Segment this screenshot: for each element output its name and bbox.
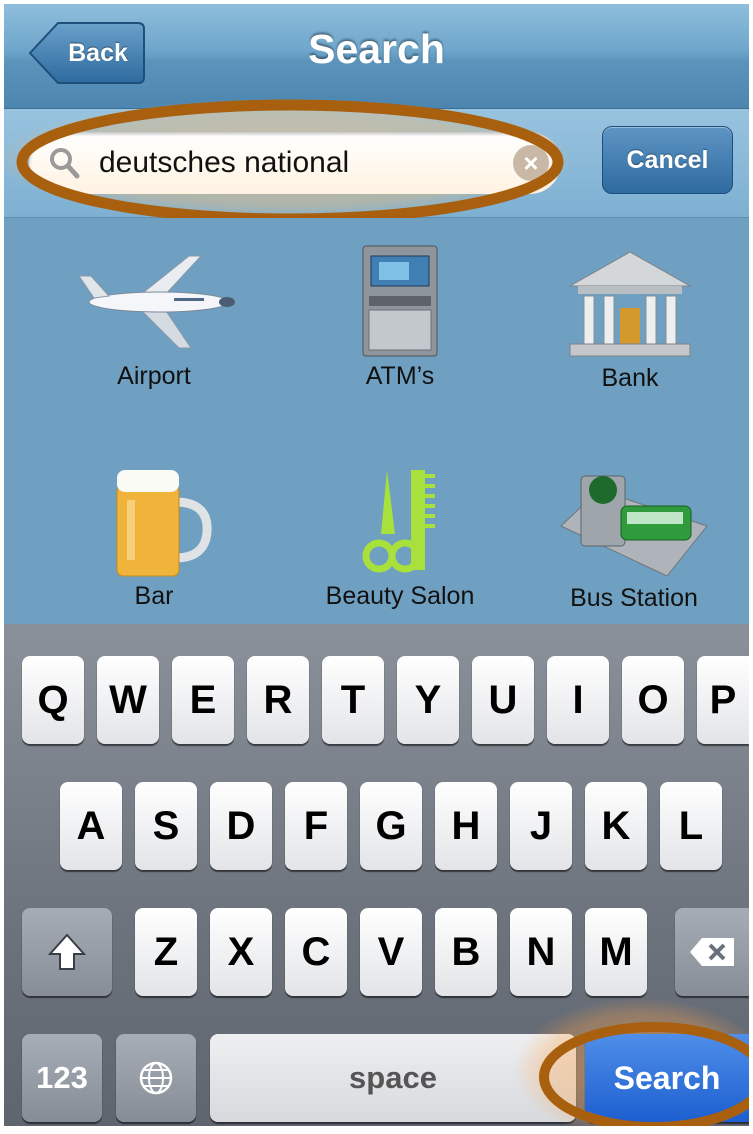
- key-c[interactable]: C: [285, 908, 347, 996]
- key-v[interactable]: V: [360, 908, 422, 996]
- key-p[interactable]: P: [697, 656, 749, 744]
- comb-scissors-icon: [362, 470, 435, 573]
- globe-key[interactable]: [116, 1034, 196, 1122]
- key-o[interactable]: O: [622, 656, 684, 744]
- navigation-bar: Back Search: [4, 4, 749, 109]
- shift-arrow-icon: [47, 933, 87, 970]
- key-l[interactable]: L: [660, 782, 722, 870]
- key-r[interactable]: R: [247, 656, 309, 744]
- category-beauty-salon[interactable]: Beauty Salon: [300, 466, 500, 611]
- key-u[interactable]: U: [472, 656, 534, 744]
- search-key-annotation-ellipse: [539, 1022, 749, 1126]
- key-e[interactable]: E: [172, 656, 234, 744]
- category-label: Bank: [601, 364, 659, 392]
- screen: Back Search deutsches national × Cancel …: [4, 4, 749, 1126]
- beer-mug-icon: [116, 470, 212, 577]
- key-t[interactable]: T: [322, 656, 384, 744]
- key-s[interactable]: S: [135, 782, 197, 870]
- page-title: Search: [308, 26, 445, 72]
- category-airport[interactable]: Airport: [54, 248, 254, 391]
- key-k[interactable]: K: [585, 782, 647, 870]
- search-annotation-ellipse: [16, 99, 564, 225]
- category-atm[interactable]: ATM’s: [300, 244, 500, 391]
- category-bar[interactable]: Bar: [54, 466, 254, 611]
- key-a[interactable]: A: [60, 782, 122, 870]
- category-label: Bus Station: [570, 584, 698, 612]
- key-x[interactable]: X: [210, 908, 272, 996]
- cancel-button[interactable]: Cancel: [602, 126, 733, 194]
- category-label: ATM’s: [365, 362, 435, 390]
- key-w[interactable]: W: [97, 656, 159, 744]
- category-label: Beauty Salon: [325, 582, 475, 610]
- key-q[interactable]: Q: [22, 656, 84, 744]
- category-bus-station[interactable]: Bus Station: [534, 466, 734, 613]
- key-i[interactable]: I: [547, 656, 609, 744]
- bus-stop-icon: [560, 475, 708, 577]
- numbers-key[interactable]: 123: [22, 1034, 102, 1122]
- key-y[interactable]: Y: [397, 656, 459, 744]
- category-label: Bar: [134, 582, 174, 610]
- category-label: Airport: [117, 362, 191, 390]
- bank-icon: [568, 251, 692, 357]
- key-h[interactable]: H: [435, 782, 497, 870]
- key-g[interactable]: G: [360, 782, 422, 870]
- backspace-key[interactable]: [675, 908, 749, 996]
- key-m[interactable]: M: [585, 908, 647, 996]
- backspace-icon: [690, 938, 734, 966]
- category-bank[interactable]: Bank: [530, 248, 730, 393]
- key-n[interactable]: N: [510, 908, 572, 996]
- globe-icon: [139, 1061, 173, 1095]
- key-z[interactable]: Z: [135, 908, 197, 996]
- shift-key[interactable]: [22, 908, 112, 996]
- key-d[interactable]: D: [210, 782, 272, 870]
- airplane-icon: [78, 255, 235, 349]
- key-j[interactable]: J: [510, 782, 572, 870]
- key-b[interactable]: B: [435, 908, 497, 996]
- atm-icon: [362, 245, 438, 357]
- key-f[interactable]: F: [285, 782, 347, 870]
